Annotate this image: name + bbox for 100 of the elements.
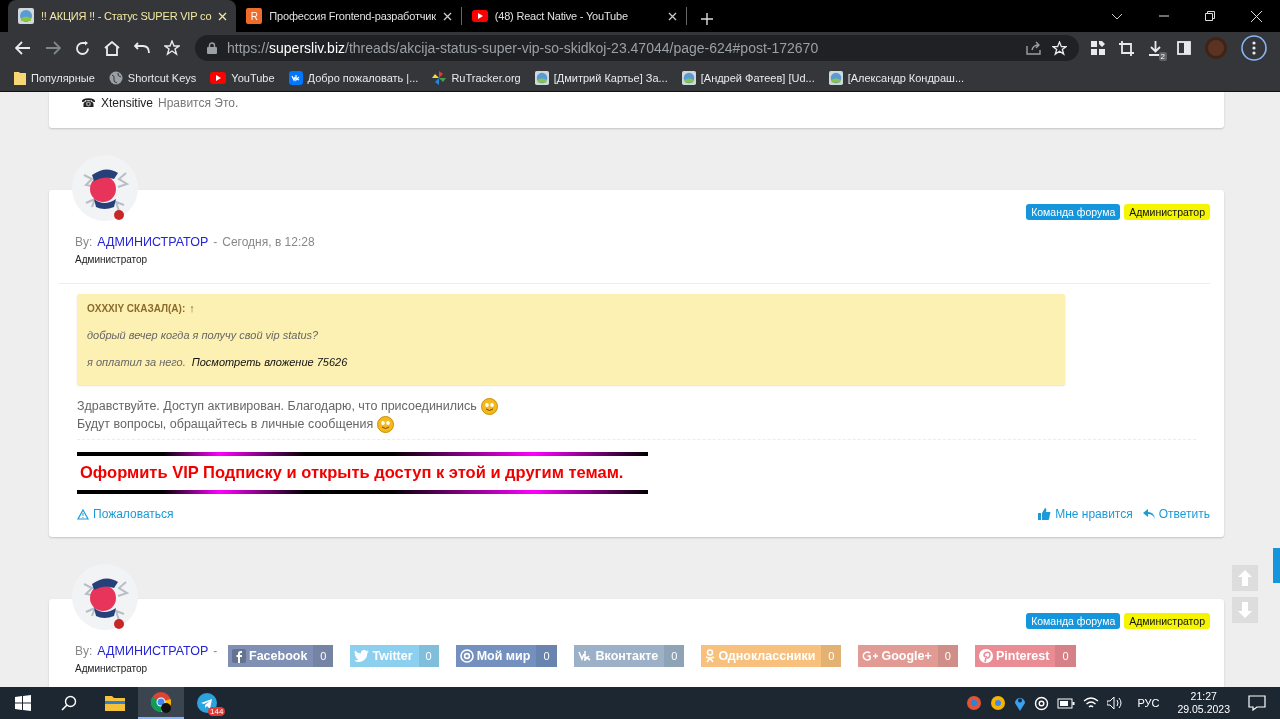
close-icon[interactable] (1251, 10, 1262, 22)
notification-icon[interactable] (1248, 695, 1266, 711)
reload-icon[interactable] (75, 40, 90, 56)
likes-text: Нравится Это. (158, 96, 239, 110)
address-bar[interactable]: https://supersliv.biz/threads/akcija-status-super-vip-so-skidkoj-23.47044/page-624#post-172670 (195, 35, 1079, 61)
lock-icon (207, 42, 217, 54)
separator: - (213, 235, 218, 249)
clock[interactable]: 21:27 29.05.2023 (1177, 690, 1230, 716)
arrow-down-icon (1238, 602, 1252, 618)
home-icon[interactable] (104, 40, 120, 56)
g-plus-icon (862, 650, 879, 662)
promo-text: Оформить VIP Подписку и открыть доступ к этой и другим темам. (79, 462, 625, 483)
star-icon[interactable] (1052, 40, 1067, 56)
globe-icon (108, 70, 123, 85)
undo-icon[interactable] (134, 42, 150, 54)
user-badge: Команда форума (1026, 204, 1121, 220)
battery-icon[interactable] (1057, 697, 1076, 709)
new-tab-icon[interactable] (700, 13, 713, 25)
user-badge: Команда форума (1026, 613, 1121, 629)
browser-tray-icon[interactable] (990, 695, 1007, 711)
user-title: Администратор (75, 663, 149, 674)
bookmark[interactable]: YouTube (210, 71, 275, 84)
user-badge: Администратор (1124, 613, 1210, 629)
forward-icon[interactable] (45, 41, 61, 55)
bookmark[interactable]: Популярные (14, 70, 95, 85)
bookmark[interactable]: [Андрей Фатеев] [Ud... (681, 70, 815, 85)
browser-tab[interactable]: !! АКЦИЯ !! - Статус SUPER VIP со (8, 0, 237, 32)
site-icon (681, 70, 696, 85)
extensions-icon[interactable] (1091, 41, 1105, 55)
app-tray-icon[interactable] (966, 695, 983, 711)
bookmark[interactable]: [Александр Кондраш... (828, 70, 965, 85)
menu-icon[interactable] (1241, 35, 1267, 61)
location-pin-icon[interactable] (1014, 695, 1027, 711)
author-link[interactable]: АДМИНИСТРАТОР (97, 235, 209, 249)
browser-tab[interactable]: (48) React Native - YouTube (461, 0, 686, 32)
reply-icon (1142, 509, 1155, 519)
warning-icon (77, 508, 89, 520)
vk-icon (577, 651, 593, 661)
scroll-indicator (1273, 548, 1280, 583)
sidebar-icon[interactable] (1177, 41, 1191, 55)
taskbar-app[interactable]: 144 (184, 687, 230, 719)
search-icon[interactable] (61, 695, 77, 711)
user-title: Администратор (75, 254, 149, 265)
bookmark[interactable]: Добро пожаловать |... (288, 70, 419, 85)
attachment-link[interactable]: Посмотреть вложение 75626 (191, 356, 348, 368)
quote-text: я оплатил за него. (87, 356, 186, 368)
browser-tab[interactable]: R Профессия Frontend-разработчик (236, 0, 461, 32)
site-icon (828, 70, 843, 85)
taskbar-app[interactable] (138, 687, 184, 719)
site-icon: R (246, 8, 263, 24)
close-icon[interactable] (218, 11, 228, 21)
close-icon[interactable] (442, 11, 452, 21)
share-icon[interactable] (1026, 41, 1042, 55)
user-link[interactable]: Xtensitive (101, 96, 154, 110)
status-dot (114, 619, 124, 629)
pinwheel-icon (432, 70, 447, 85)
download-count: 2 (1158, 51, 1167, 61)
by-label: By: (75, 644, 93, 658)
bookmark[interactable]: Shortcut Keys (108, 70, 197, 85)
site-icon (18, 8, 34, 24)
separator: - (213, 644, 218, 658)
video-icon (471, 10, 488, 22)
vk-icon (288, 70, 303, 85)
wifi-icon[interactable] (1083, 696, 1100, 710)
user-badge: Администратор (1124, 204, 1210, 220)
start-icon[interactable] (15, 695, 31, 711)
message-text: Будут вопросы, обращайтесь в личные сообщения (77, 416, 374, 433)
post-date[interactable]: Сегодня, в 12:28 (222, 235, 315, 249)
share-button[interactable]: Facebook 0 (228, 645, 334, 667)
chevron-down-icon[interactable] (1111, 12, 1123, 20)
site-icon (534, 70, 549, 85)
quote-author: OXXXIY СКАЗАЛ(А): (87, 302, 186, 314)
restore-icon[interactable] (1205, 11, 1215, 21)
jump-arrow[interactable]: ↑ (189, 302, 195, 314)
close-icon[interactable] (667, 11, 677, 21)
arrow-up-icon (1238, 570, 1252, 586)
person-icon (705, 649, 716, 663)
language-indicator[interactable]: РУС (1137, 697, 1160, 709)
video-icon (210, 71, 227, 84)
message-text: Здравствуйте. Доступ активирован. Благодарю, что присоединились (77, 398, 477, 415)
bookmark[interactable]: [Дмитрий Картье] За... (534, 70, 668, 85)
facebook-icon (232, 649, 246, 663)
unread-badge: 144 (208, 707, 226, 716)
phone-icon: ☎ (81, 96, 96, 110)
author-link[interactable]: АДМИНИСТРАТОР (97, 644, 209, 658)
browser-icon (150, 691, 172, 713)
share-button[interactable]: Мой мир 0 (455, 645, 557, 667)
thumbs-up-icon (1038, 508, 1052, 520)
back-icon[interactable] (15, 41, 31, 55)
bookmark[interactable]: RuTracker.org (432, 70, 521, 85)
quote-text: добрый вечер когда я получу свой vip status? (87, 329, 320, 341)
folder-icon (14, 70, 26, 85)
download-icon[interactable] (1148, 40, 1163, 56)
star-icon[interactable] (164, 40, 180, 56)
crop-icon[interactable] (1119, 40, 1134, 56)
folder-icon (105, 695, 125, 711)
status-dot (114, 210, 124, 220)
pin-icon (978, 649, 993, 663)
by-label: By: (75, 235, 93, 249)
volume-icon[interactable] (1107, 696, 1124, 710)
